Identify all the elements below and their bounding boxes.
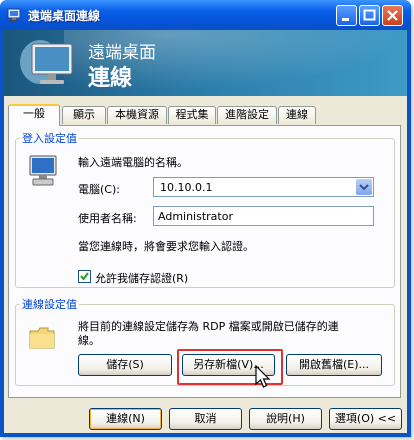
minimize-icon	[342, 18, 349, 21]
tab-display[interactable]: 顯示	[62, 106, 106, 124]
dropdown-arrow-button[interactable]	[356, 179, 372, 195]
tab-advanced[interactable]: 進階設定	[217, 106, 277, 124]
save-credentials-checkbox[interactable]	[78, 270, 91, 283]
connection-settings-description-line1: 將目前的連線設定儲存為 RDP 檔案或開啟已儲存的連	[78, 320, 339, 333]
username-value: Administrator	[158, 210, 233, 223]
logon-settings-group: 登入設定值 輸入遠端電腦的名稱。 電腦(C): 10.10.0.1 使用者名稱:	[15, 130, 395, 288]
close-icon	[387, 10, 398, 21]
tab-general[interactable]: 一般	[8, 104, 60, 126]
maximize-button[interactable]	[359, 5, 380, 26]
minimize-button[interactable]	[336, 5, 357, 26]
remote-desktop-window: 遠端桌面連線 遠端桌面 連線 一般 顯示 本機資源 程式集 進階設定 連線 登入…	[0, 0, 411, 437]
folder-icon	[29, 327, 55, 349]
mouse-cursor-icon	[255, 365, 271, 388]
credentials-note: 當您連線時，將會要求您輸入認證。	[78, 240, 254, 253]
options-button[interactable]: 選項(O) <<	[329, 408, 402, 430]
username-input[interactable]: Administrator	[153, 206, 374, 226]
connection-settings-description-line2: 線。	[78, 334, 100, 347]
close-button[interactable]	[382, 5, 403, 26]
tab-connection[interactable]: 連線	[278, 106, 316, 124]
computer-value: 10.10.0.1	[160, 181, 213, 194]
banner: 遠端桌面 連線	[4, 30, 407, 96]
dialog-client-area: 遠端桌面 連線 一般 顯示 本機資源 程式集 進階設定 連線 登入設定值 輸入遠…	[4, 30, 407, 433]
open-button[interactable]: 開啟舊檔(E)...	[286, 354, 382, 376]
banner-subtitle: 連線	[88, 66, 133, 91]
connection-settings-group: 連線設定值 將目前的連線設定儲存為 RDP 檔案或開啟已儲存的連 線。 儲存(S…	[15, 296, 395, 388]
tab-local-resources[interactable]: 本機資源	[107, 106, 167, 124]
logon-instruction: 輸入遠端電腦的名稱。	[78, 156, 188, 169]
computer-combobox[interactable]: 10.10.0.1	[153, 177, 374, 197]
save-credentials-label[interactable]: 允許我儲存認證(R)	[95, 270, 188, 286]
computer-label: 電腦(C):	[78, 183, 120, 196]
save-button[interactable]: 儲存(S)	[78, 354, 172, 376]
general-tab-panel: 登入設定值 輸入遠端電腦的名稱。 電腦(C): 10.10.0.1 使用者名稱:	[8, 125, 401, 398]
connect-button[interactable]: 連線(N)	[89, 408, 162, 430]
computer-icon	[29, 155, 57, 186]
connection-settings-legend: 連線設定值	[22, 298, 77, 311]
window-title: 遠端桌面連線	[28, 9, 101, 23]
remote-desktop-monitor-icon	[20, 40, 73, 84]
cancel-button[interactable]: 取消	[169, 408, 242, 430]
logon-settings-legend: 登入設定值	[22, 132, 77, 145]
tab-programs[interactable]: 程式集	[168, 106, 216, 124]
title-bar[interactable]: 遠端桌面連線	[0, 0, 411, 30]
remote-desktop-app-icon	[7, 8, 21, 22]
chevron-down-icon	[359, 184, 369, 191]
maximize-icon	[363, 9, 376, 21]
help-button[interactable]: 說明(H)	[249, 408, 322, 430]
username-label: 使用者名稱:	[78, 212, 137, 225]
checkmark-icon	[80, 272, 89, 281]
